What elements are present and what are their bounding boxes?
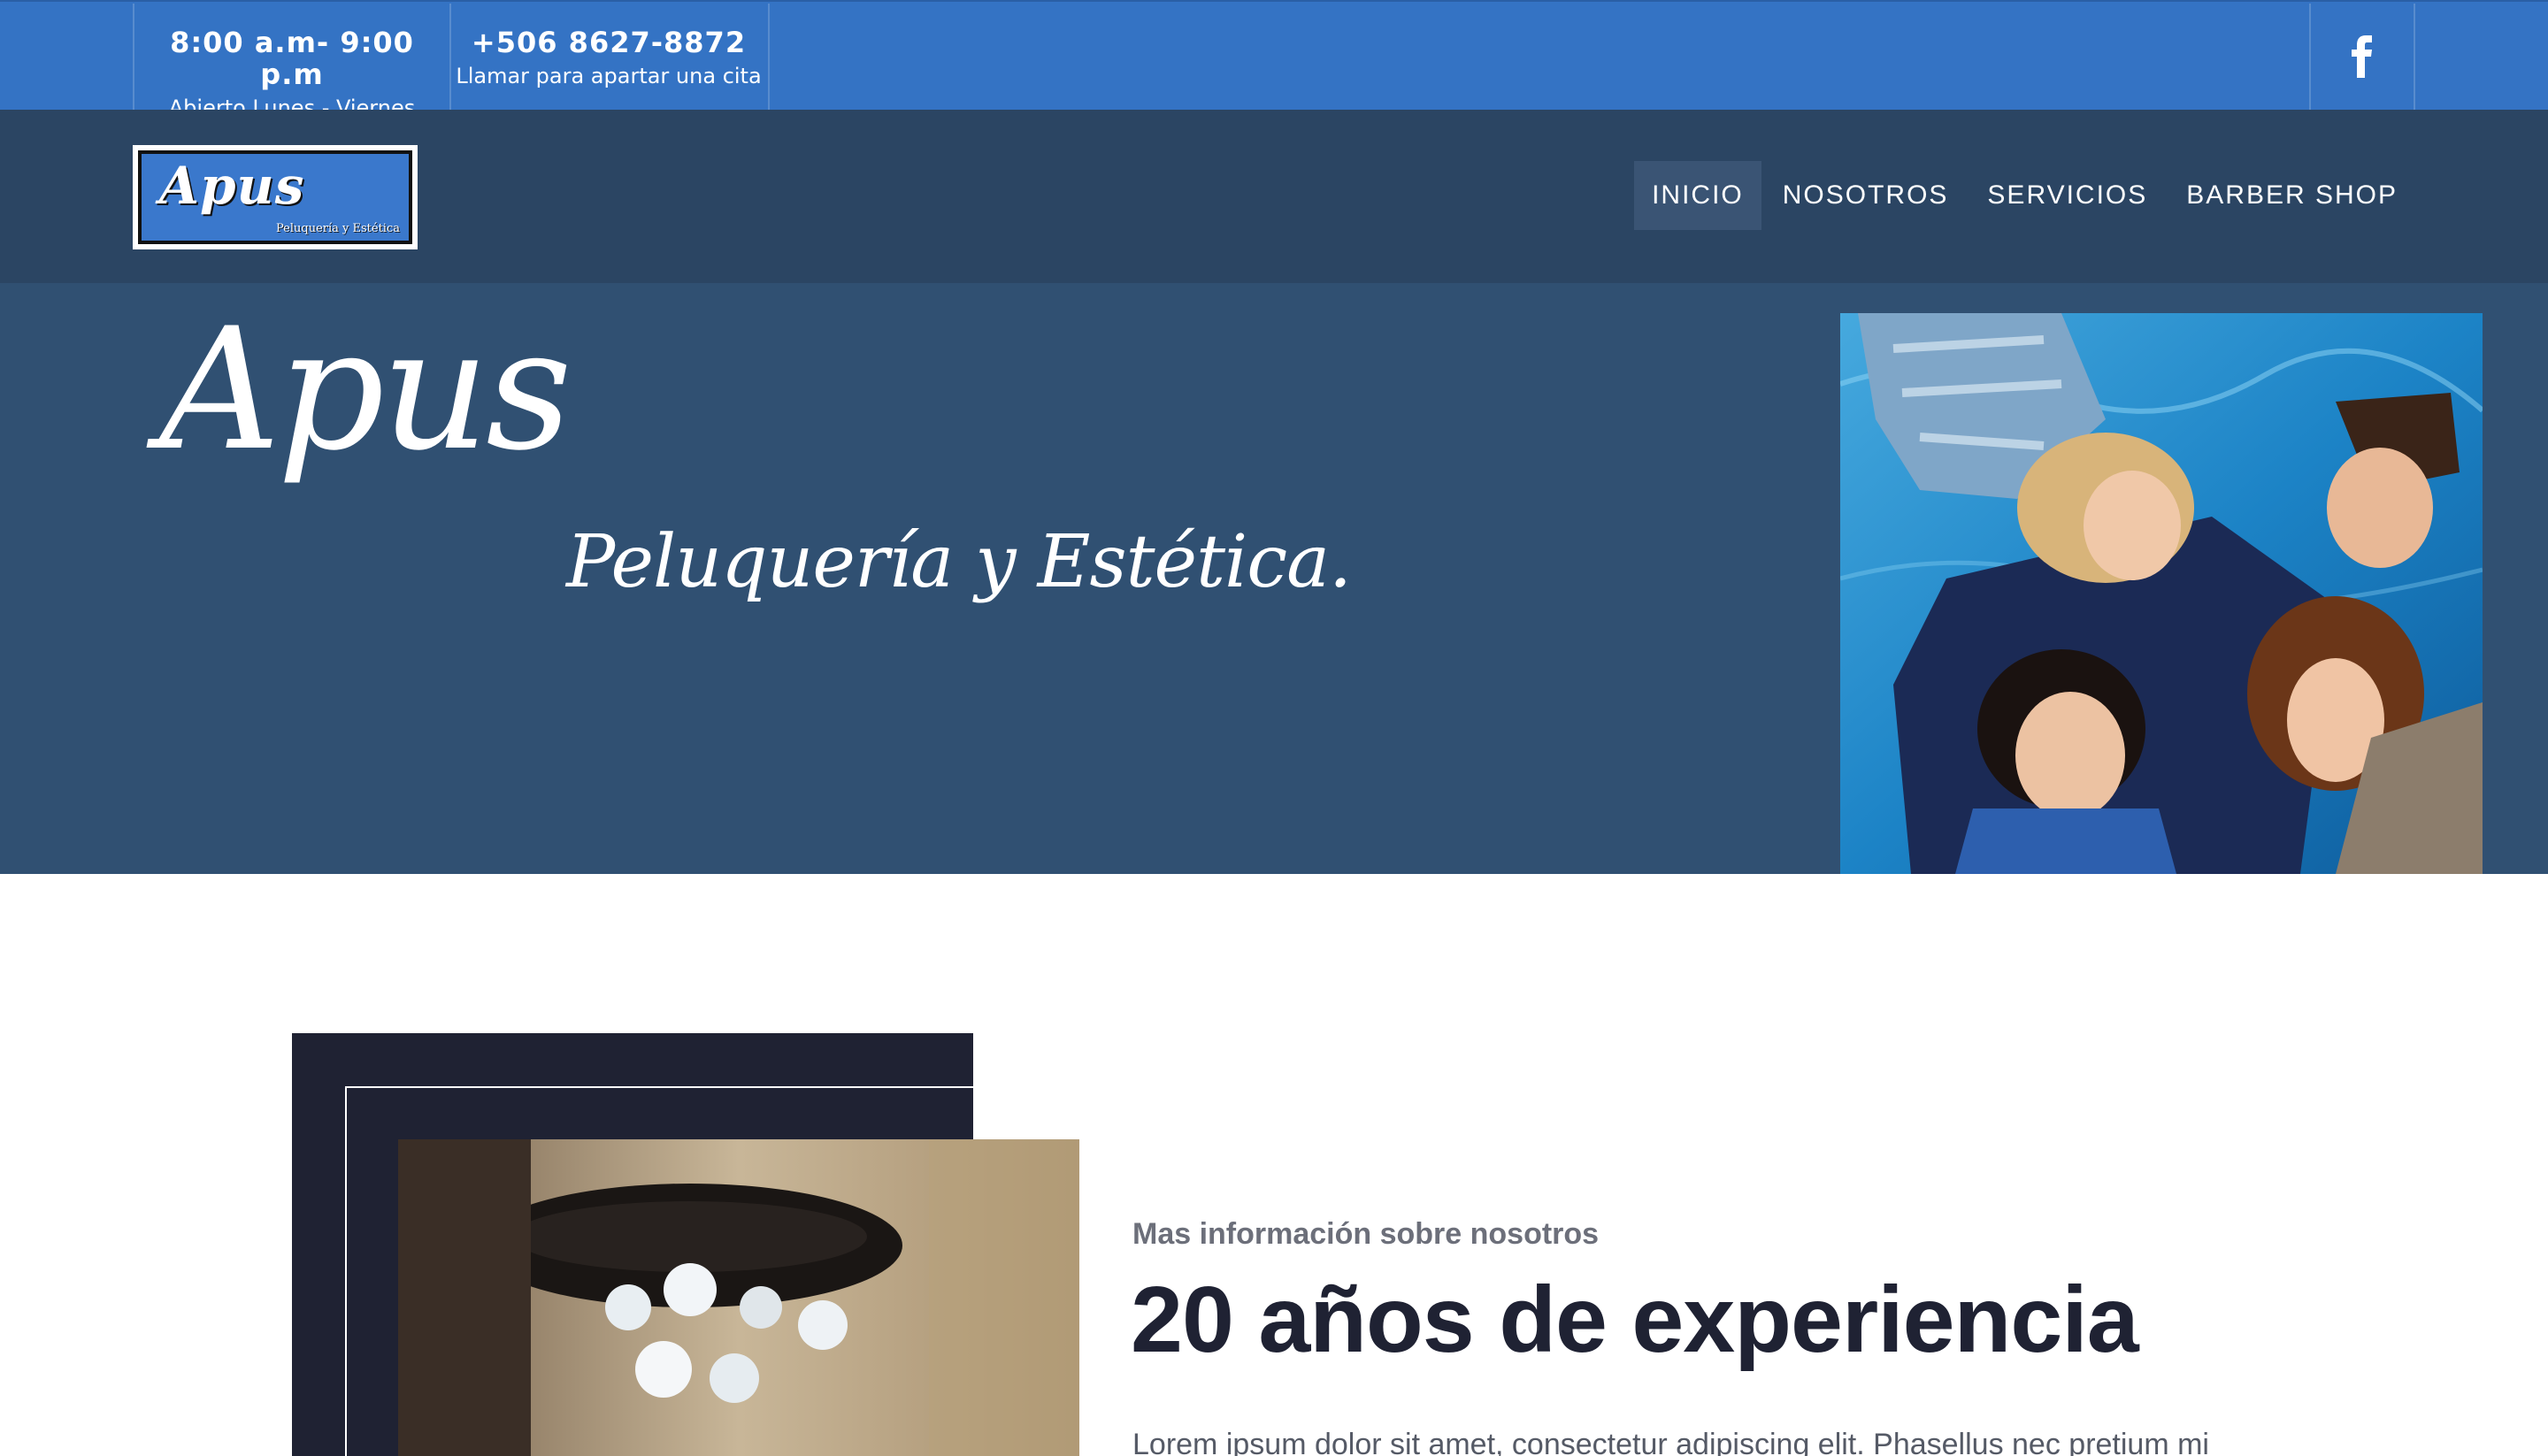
nav-item-servicios[interactable]: SERVICIOS <box>1969 161 2165 230</box>
about-body-text: Lorem ipsum dolor sit amet, consectetur … <box>1132 1428 2209 1456</box>
main-navbar: Apus Peluquería y Estética INICIO NOSOTR… <box>0 110 2548 283</box>
about-photo-salon <box>398 1139 1079 1456</box>
logo-tagline: Peluquería y Estética <box>276 222 400 235</box>
facebook-icon <box>2352 35 2372 78</box>
nav-item-inicio[interactable]: INICIO <box>1634 161 1761 230</box>
nav-item-barber-shop[interactable]: BARBER SHOP <box>2168 161 2415 230</box>
opening-hours: 8:00 a.m- 9:00 p.m Abierto Lunes - Viern… <box>133 4 451 120</box>
main-nav: INICIO NOSOTROS SERVICIOS BARBER SHOP <box>1634 161 2415 230</box>
hero-section: Apus Peluquería y Estética. <box>0 283 2548 874</box>
nav-item-nosotros[interactable]: NOSOTROS <box>1765 161 1967 230</box>
site-logo[interactable]: Apus Peluquería y Estética <box>133 145 418 249</box>
hero-title: Apus <box>159 292 572 487</box>
about-title: 20 años de experiencia <box>1131 1268 2139 1372</box>
phone-number[interactable]: +506 8627-8872 <box>449 27 768 58</box>
hours-text: 8:00 a.m- 9:00 p.m <box>170 26 414 91</box>
phone-contact[interactable]: +506 8627-8872 Llamar para apartar una c… <box>449 4 770 110</box>
top-info-bar: 8:00 a.m- 9:00 p.m Abierto Lunes - Viern… <box>0 0 2548 120</box>
logo-wordmark: Apus <box>159 156 305 216</box>
facebook-link[interactable] <box>2309 4 2415 110</box>
hero-photo-models <box>1840 313 2483 874</box>
phone-caption: Llamar para apartar una cita <box>456 64 762 88</box>
about-kicker: Mas información sobre nosotros <box>1132 1217 1600 1251</box>
hero-subtitle: Peluquería y Estética. <box>566 520 1352 604</box>
